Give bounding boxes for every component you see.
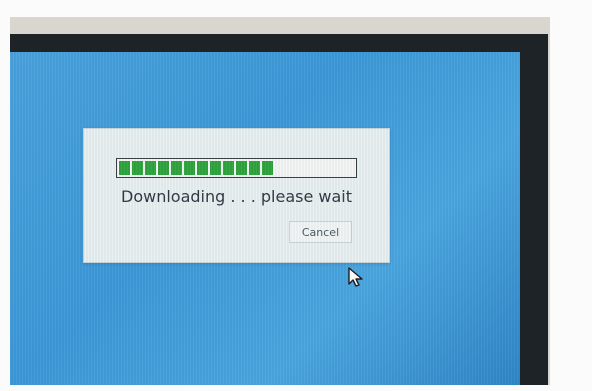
progress-segment [145,161,156,175]
monitor-photo: Downloading . . . please wait Cancel [0,0,592,391]
download-status-text: Downloading . . . please wait [121,187,352,206]
progress-segment [197,161,208,175]
progress-segment [132,161,143,175]
cancel-button[interactable]: Cancel [289,221,352,243]
download-progress-bar [116,158,357,178]
progress-segment [158,161,169,175]
mouse-pointer-icon [348,267,363,287]
download-dialog: Downloading . . . please wait Cancel [83,128,390,263]
desktop-screen: Downloading . . . please wait Cancel [10,52,520,385]
progress-segment [119,161,130,175]
progress-segment [210,161,221,175]
progress-segment [223,161,234,175]
progress-segment [171,161,182,175]
progress-segment [262,161,273,175]
progress-segment [236,161,247,175]
progress-segment [249,161,260,175]
progress-segment [184,161,195,175]
progress-fill [119,161,273,175]
